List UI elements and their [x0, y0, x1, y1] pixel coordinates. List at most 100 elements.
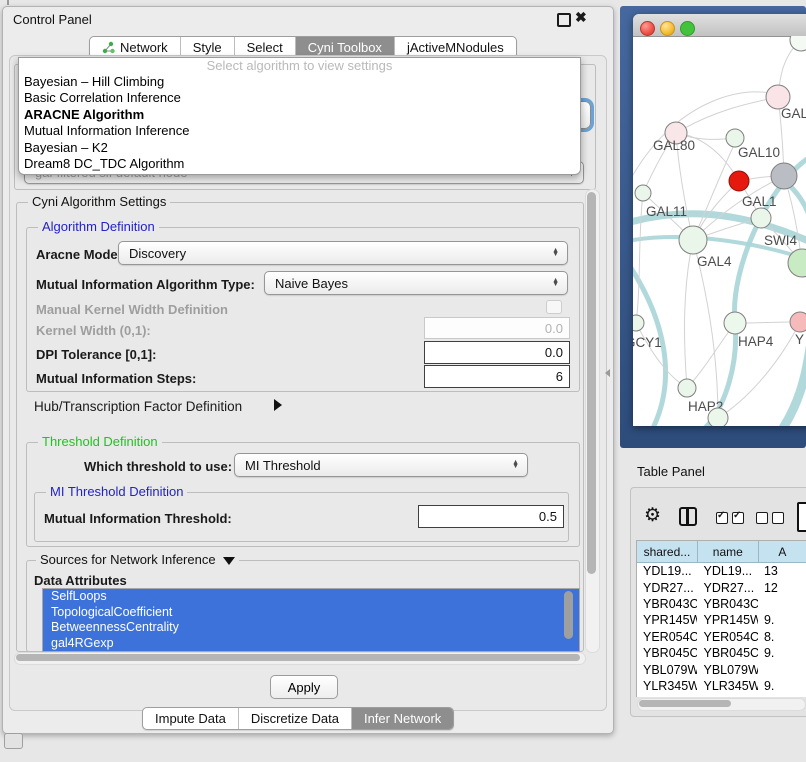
minimized-panel-icon[interactable]	[4, 733, 23, 749]
gear-icon[interactable]: ⚙	[644, 504, 661, 527]
float-window-icon[interactable]	[557, 13, 571, 27]
tab-label: Style	[193, 40, 222, 55]
network-node-label: Y	[795, 332, 804, 347]
table-row[interactable]: YER054CYER054C8.	[637, 629, 806, 645]
settings-vscroll-track[interactable]	[585, 189, 600, 653]
algorithm-option[interactable]: Basic Correlation Inference	[19, 90, 580, 106]
table-cell: YER054C	[697, 629, 757, 645]
table-row[interactable]: YDR27...YDR27...12	[637, 579, 806, 595]
bottom-tab-label: Infer Network	[364, 711, 441, 726]
table-row[interactable]: YDL19...YDL19...13	[637, 563, 806, 579]
data-attributes-list[interactable]: SelfLoopsTopologicalCoefficientBetweenne…	[42, 588, 580, 652]
mi-type-value: Naive Bayes	[275, 276, 348, 291]
table-hscroll-thumb[interactable]	[639, 700, 731, 707]
splitter-tick	[7, 0, 9, 5]
attribute-item-selected[interactable]: BetweennessCentrality	[43, 620, 579, 636]
show-columns-icon[interactable]	[716, 512, 744, 524]
table-header-cell[interactable]: A	[759, 541, 806, 562]
hide-columns-icon[interactable]	[756, 512, 784, 524]
table-cell: YIL052C	[697, 694, 757, 697]
network-node-hap2[interactable]	[678, 379, 696, 397]
network-node-hap4[interactable]	[724, 312, 746, 334]
bottom-tab-bar: Impute DataDiscretize Data Infer Network	[142, 707, 454, 730]
network-node-label: GAL	[781, 106, 806, 121]
zoom-traffic-icon[interactable]	[680, 21, 695, 36]
export-table-icon[interactable]	[797, 502, 806, 532]
bottom-tab-impute-data[interactable]: Impute Data	[143, 708, 238, 729]
attribute-item-selected[interactable]: TopologicalCoefficient	[43, 605, 579, 621]
table-cell: YLR345W	[637, 678, 697, 694]
table-header-cell[interactable]: shared...	[637, 541, 698, 562]
network-graph[interactable]: GALGAL80GAL10GAL1GAL11GAL4SWI4GCY1HAP4YH…	[633, 36, 806, 426]
hub-expander-label: Hub/Transcription Factor Definition	[34, 399, 242, 414]
table-cell: YLR345W	[697, 678, 757, 694]
dpi-tolerance-field[interactable]: 0.0	[424, 341, 570, 364]
network-desktop: GALGAL80GAL10GAL1GAL11GAL4SWI4GCY1HAP4YH…	[620, 6, 806, 448]
network-node[interactable]	[751, 208, 771, 228]
network-edge	[676, 97, 778, 133]
network-node[interactable]	[771, 163, 797, 189]
close-traffic-icon[interactable]	[640, 21, 655, 36]
collapse-arrow-icon[interactable]	[223, 557, 235, 565]
network-node-label: GAL1	[742, 194, 777, 209]
algorithm-option[interactable]: Bayesian – K2	[19, 140, 580, 156]
close-icon[interactable]: ✖	[575, 9, 587, 26]
table-cell: YDR27...	[637, 579, 697, 595]
threshold-definition-title: Threshold Definition	[38, 435, 162, 449]
minimize-traffic-icon[interactable]	[660, 21, 675, 36]
network-node-gcy1[interactable]	[633, 315, 644, 331]
table-header-cell[interactable]: name	[698, 541, 759, 562]
network-node-label: GCY1	[633, 335, 662, 350]
table-cell: 9.	[758, 612, 806, 628]
kernel-width-field[interactable]: 0.0	[424, 317, 570, 339]
network-icon	[102, 41, 115, 54]
network-node-gal11[interactable]	[635, 185, 651, 201]
attribute-item-selected[interactable]: gal4RGexp	[43, 636, 579, 652]
network-node-label: GAL80	[653, 138, 695, 153]
aracne-mode-combo[interactable]: Discovery ▲▼	[118, 241, 568, 265]
mi-type-combo[interactable]: Naive Bayes ▲▼	[264, 271, 568, 295]
algorithm-option[interactable]: ARACNE Algorithm	[19, 107, 580, 123]
application-root: Control Panel ✖ NetworkStyleSelectCyni T…	[0, 0, 806, 762]
splitter-handle-icon[interactable]	[605, 369, 610, 377]
tab-label: jActiveMNodules	[407, 40, 504, 55]
settings-vscroll-thumb[interactable]	[587, 192, 596, 574]
mi-steps-field[interactable]: 6	[424, 365, 570, 388]
algorithm-option[interactable]: Bayesian – Hill Climbing	[19, 74, 580, 90]
columns-icon[interactable]	[679, 507, 697, 526]
settings-hscroll-track[interactable]	[14, 652, 586, 665]
node-table[interactable]: shared...nameAYDL19...YDL19...13YDR27...…	[636, 540, 806, 697]
network-node-label: GAL11	[646, 204, 687, 219]
table-cell	[758, 661, 806, 677]
attributes-list-scrollbar[interactable]	[564, 591, 573, 639]
table-row[interactable]: YBR045CYBR045C9.	[637, 645, 806, 661]
manual-kernel-checkbox[interactable]	[546, 300, 562, 314]
network-view-window[interactable]: GALGAL80GAL10GAL1GAL11GAL4SWI4GCY1HAP4YH…	[633, 14, 806, 426]
apply-button[interactable]: Apply	[270, 675, 338, 699]
table-header-row: shared...nameA	[637, 541, 806, 563]
table-hscroll-track[interactable]	[637, 698, 806, 711]
network-node-gal4[interactable]	[679, 226, 707, 254]
stepper-icon: ▲▼	[552, 279, 559, 287]
network-node-y[interactable]	[790, 312, 806, 332]
table-row[interactable]: YBR043CYBR043C	[637, 596, 806, 612]
attribute-item-selected[interactable]: SelfLoops	[43, 589, 579, 605]
bottom-tab-infer-network[interactable]: Infer Network	[351, 708, 453, 729]
table-row[interactable]: YBL079WYBL079W	[637, 661, 806, 677]
control-panel-title: Control Panel	[13, 12, 92, 27]
mi-threshold-field[interactable]: 0.5	[418, 505, 564, 528]
algorithm-option[interactable]: Dream8 DC_TDC Algorithm	[19, 156, 580, 172]
which-threshold-combo[interactable]: MI Threshold ▲▼	[234, 453, 528, 477]
network-node[interactable]	[708, 408, 728, 426]
expander-arrow-icon[interactable]	[274, 399, 282, 411]
table-row[interactable]: YLR345WYLR345W9.	[637, 678, 806, 694]
table-row[interactable]: YPR145WYPR145W9.	[637, 612, 806, 628]
table-cell: YPR145W	[637, 612, 697, 628]
algorithm-option[interactable]: Mutual Information Inference	[19, 123, 580, 139]
bottom-tab-discretize-data[interactable]: Discretize Data	[238, 708, 351, 729]
table-row[interactable]: YIL052CYIL052C9.	[637, 694, 806, 697]
network-window-titlebar[interactable]	[633, 14, 806, 37]
settings-hscroll-thumb[interactable]	[16, 654, 580, 661]
which-threshold-label: Which threshold to use:	[84, 459, 232, 474]
network-node-gal1[interactable]	[729, 171, 749, 191]
